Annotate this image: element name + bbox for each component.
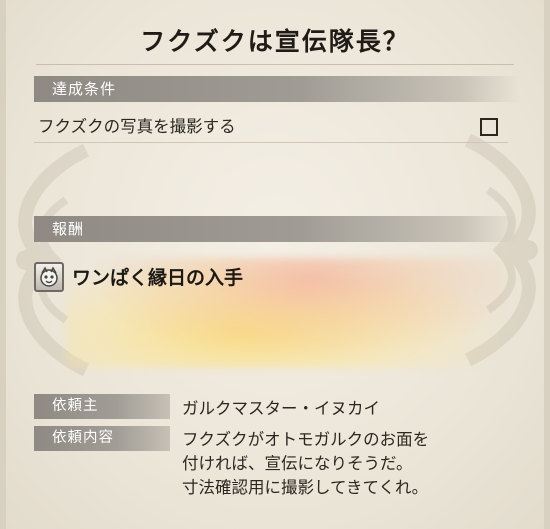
title-divider: [36, 64, 514, 65]
request-label: 依頼内容: [34, 426, 170, 451]
condition-text: フクズクの写真を撮影する: [38, 117, 236, 136]
condition-row: フクズクの写真を撮影する: [38, 114, 498, 140]
mask-item-icon: [34, 262, 64, 292]
client-name: ガルクマスター・イヌカイ: [182, 399, 380, 418]
condition-section-header: 達成条件: [34, 76, 520, 102]
reward-section-header: 報酬: [34, 216, 520, 242]
reward-item-name: ワンぱく縁日の入手: [72, 267, 244, 289]
request-line: フクズクがオトモガルクのお面を: [182, 430, 430, 449]
condition-divider: [34, 142, 508, 143]
request-line: 付ければ、宣伝になりそうだ。: [182, 454, 413, 473]
quest-detail-panel: フクズクは宣伝隊長？ 達成条件 フクズクの写真を撮影する 報酬 ワンぱく縁日の入…: [0, 0, 550, 529]
request-description: フクズクがオトモガルクのお面を 付ければ、宣伝になりそうだ。 寸法確認用に撮影し…: [182, 428, 429, 500]
request-line: 寸法確認用に撮影してきてくれ。: [182, 478, 429, 497]
quest-title: フクズクは宣伝隊長？: [140, 27, 410, 56]
condition-checkbox[interactable]: [480, 118, 498, 136]
client-label: 依頼主: [34, 394, 170, 419]
